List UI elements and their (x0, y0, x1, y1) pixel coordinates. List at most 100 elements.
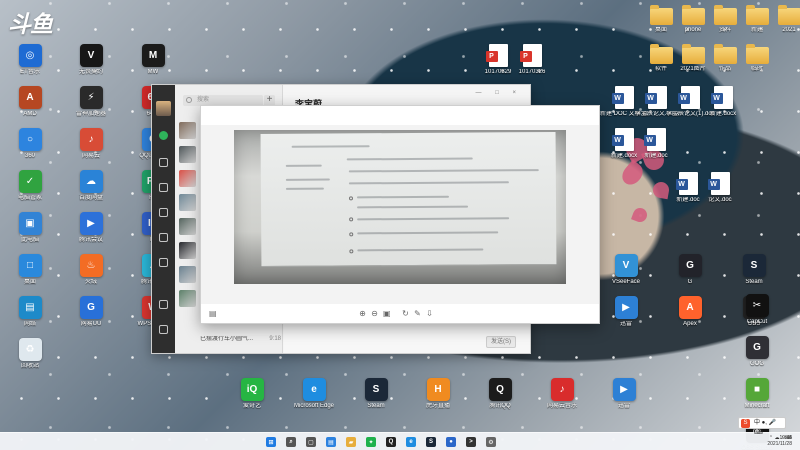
desktop-icon-left_col2-3[interactable]: ☁ 百度网盘 (67, 170, 115, 202)
zoom-out-tool-icon[interactable]: ⊖ (371, 310, 378, 318)
doc-badge: W (644, 93, 657, 104)
desktop-icon-bottom_row-3[interactable]: H 虎牙直播 (414, 378, 462, 410)
task-view-taskbar-icon[interactable]: ▢ (306, 437, 316, 447)
desktop-icon-left_col1-2[interactable]: ○ 360 (6, 128, 54, 160)
chat-avatar[interactable] (179, 242, 196, 259)
settings-taskbar-icon[interactable]: ⚙ (486, 437, 496, 447)
rotate-tool-icon[interactable]: ↻ (402, 310, 409, 318)
application-icon: ▶ (79, 212, 103, 235)
desktop-icon-label: 腾讯会议 (78, 237, 103, 243)
desktop-icon-right_lower-8[interactable]: ■ Minecraft (733, 378, 781, 410)
chat-avatar[interactable] (179, 266, 196, 283)
desktop-icon-right_top_folders-4[interactable]: 2021 (765, 5, 800, 34)
chat-list-item[interactable]: 已摆渡行车小圆气... 9:18 (179, 333, 281, 350)
doc-badge: W (611, 135, 624, 146)
start-taskbar-icon[interactable]: ⊞ (266, 437, 276, 447)
desktop-icon-left_col1-4[interactable]: ▣ 此电脑 (6, 212, 54, 244)
desktop-icon-label: 迅雷 (617, 403, 630, 409)
menu-icon[interactable] (159, 325, 168, 334)
desktop-icon-left_col2-2[interactable]: ♪ 网易云 (67, 128, 115, 160)
desktop-icon-docs_row1-3[interactable]: W 新建.docx (699, 86, 747, 118)
application-icon: ✂ (745, 294, 769, 317)
desktop-icon-left_col3-0[interactable]: M MW (129, 44, 177, 76)
qq-taskbar-icon[interactable]: Q (386, 437, 396, 447)
desktop-icon-bottom_row-2[interactable]: S Steam (352, 378, 400, 410)
desktop-icon-left_col2-6[interactable]: G 网易UU (67, 296, 115, 328)
chat-avatar[interactable] (179, 170, 196, 187)
desktop-icon-bottom_row-0[interactable]: iQ 爱奇艺 (228, 378, 276, 410)
desktop-icon-right_second_row-3[interactable]: 临时 (733, 44, 781, 73)
sidebar-toggle-icon[interactable]: ▤ (209, 310, 217, 318)
application-icon: V (79, 44, 103, 67)
chat-avatar[interactable] (179, 122, 196, 139)
settings-icon[interactable] (159, 258, 168, 267)
doc-icon: W (707, 172, 730, 195)
desktop-icon-label: 网易云 (81, 153, 100, 159)
desktop-icon-left_col2-4[interactable]: ▶ 腾讯会议 (67, 212, 115, 244)
application-icon: ▶ (612, 378, 636, 401)
desktop-icon-label: 火绒 (84, 279, 97, 285)
edit-tool-icon[interactable]: ✎ (414, 310, 421, 318)
desktop-icon-pdfs-1[interactable]: P 10170326 (508, 44, 556, 76)
desktop-icon-left_col1-5[interactable]: □ 桌面 (6, 254, 54, 286)
desktop-icon-right_lower-6[interactable]: ✂ CapCut (733, 294, 781, 326)
desktop-icon-label: 2021 (782, 27, 796, 33)
desktop-icon-docs_row2-1[interactable]: W 新建.doc (632, 128, 680, 160)
desktop-icon-left_col1-1[interactable]: A AMD (6, 86, 54, 118)
application-icon: V (614, 254, 638, 277)
image-viewer-window[interactable]: ▤ ⊕ ⊖ ▣ ↻ ✎ ⇩ (200, 105, 600, 324)
desktop-icon-left_col1-0[interactable]: ◎ ET音乐 (6, 44, 54, 76)
desktop-icon-right_lower-1[interactable]: GG (666, 254, 714, 286)
desktop-icon-right_lower-3[interactable]: ▶ 迅雷 (602, 296, 650, 328)
desktop-icon-left_col1-7[interactable]: ♻ 回收站 (6, 338, 54, 370)
zoom-in-tool-icon[interactable]: ⊕ (359, 310, 366, 318)
favorites-icon[interactable] (159, 183, 168, 192)
screenshot-photo[interactable] (234, 130, 566, 284)
application-icon: ▤ (18, 296, 42, 319)
chat-avatar[interactable] (179, 146, 196, 163)
edge-taskbar-icon[interactable]: e (406, 437, 416, 447)
files-icon[interactable] (159, 208, 168, 217)
application-icon: ◎ (18, 44, 42, 67)
explorer-taskbar-icon[interactable]: ▰ (346, 437, 356, 447)
download-tool-icon[interactable]: ⇩ (426, 310, 433, 318)
doc-icon: W (677, 86, 700, 109)
search-taskbar-icon[interactable]: ⌕ (286, 437, 296, 447)
chat-icon[interactable] (159, 131, 168, 140)
chat-avatar[interactable] (179, 218, 196, 235)
desktop-icon-right_lower-7[interactable]: G GOG (733, 336, 781, 368)
desktop-icon-bottom_row-1[interactable]: e Microsoft Edge (290, 378, 338, 410)
desktop-icon-left_col2-0[interactable]: V 无畏契约 (67, 44, 115, 76)
chat-avatar[interactable] (179, 194, 196, 211)
steam-taskbar-icon[interactable]: S (426, 437, 436, 447)
widgets-taskbar-icon[interactable]: ▤ (326, 437, 336, 447)
desktop-icon-bottom_row-6[interactable]: ▶ 迅雷 (600, 378, 648, 410)
moments-icon[interactable] (159, 233, 168, 242)
contacts-icon[interactable] (159, 158, 168, 167)
desktop-icon-left_col2-5[interactable]: ♨ 火绒 (67, 254, 115, 286)
wechat-taskbar-icon[interactable]: ✦ (366, 437, 376, 447)
desktop-icon-docs_row3-1[interactable]: W 论文.doc (696, 172, 744, 204)
terminal-taskbar-icon[interactable]: > (466, 437, 476, 447)
desktop-icon-label: 腾讯QQ (489, 403, 511, 409)
user-avatar[interactable] (156, 101, 171, 116)
application-icon: A (678, 296, 702, 319)
desktop-icon-left_col2-1[interactable]: ⚡ 雷神加速器 (67, 86, 115, 118)
actual-size-tool-icon[interactable]: ▣ (383, 310, 391, 318)
send-button[interactable]: 发送(S) (486, 336, 516, 348)
desktop-icon-left_col1-6[interactable]: ▤ 网络 (6, 296, 54, 328)
desktop-icon-right_lower-2[interactable]: S Steam (730, 254, 778, 286)
desktop-icon-bottom_row-5[interactable]: ♪ 网易云音乐 (538, 378, 586, 410)
desktop-icon-left_col1-3[interactable]: ✓ 电脑管家 (6, 170, 54, 202)
desktop-icon-right_lower-0[interactable]: V VSeeFace (602, 254, 650, 286)
application-icon: ☁ (79, 170, 103, 193)
desktop-icon-bottom_row-4[interactable]: Q 腾讯QQ (476, 378, 524, 410)
browser-taskbar-icon[interactable]: ● (446, 437, 456, 447)
input-method-bar[interactable]: S 中 ●, 🎤 ⌨ (738, 417, 786, 436)
phone-icon[interactable] (159, 300, 168, 309)
desktop-icon-right_lower-4[interactable]: A Apex (666, 296, 714, 328)
application-icon: G (745, 336, 769, 359)
taskbar: ⊞ ⌕ ▢ ▤ ▰ ✦ Qe S ● > ⚙ ⌃ ☁ ♪ ⌨ 19:46 2021/11/28 (0, 432, 800, 450)
window-controls[interactable]: — □ × (476, 90, 522, 96)
chat-avatar[interactable] (179, 290, 196, 307)
